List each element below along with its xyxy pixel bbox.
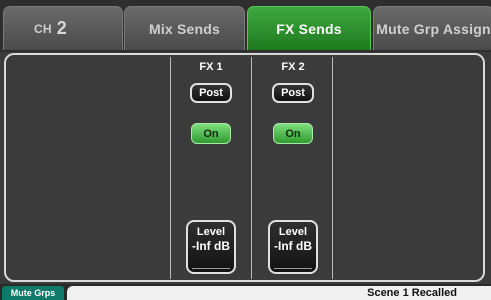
fx1-level-label: Level (196, 226, 226, 238)
status-bar: Mute Grps Scene 1 Recalled (0, 284, 491, 300)
fx2-level-button[interactable]: Level -Inf dB (268, 220, 318, 274)
fx2-post-button[interactable]: Post (272, 83, 314, 103)
channel-prefix: CH (34, 21, 52, 36)
fx1-level-value: -Inf dB (192, 239, 230, 253)
strip-divider (170, 57, 171, 279)
status-message: Scene 1 Recalled (67, 286, 491, 300)
fx2-label: FX 2 (281, 61, 305, 73)
strip-divider (332, 57, 333, 279)
tab-mix-sends[interactable]: Mix Sends (124, 6, 245, 50)
fx2-level-label: Level (278, 226, 308, 238)
channel-number: 2 (56, 18, 67, 38)
fx1-post-button[interactable]: Post (190, 83, 232, 103)
strip-divider (251, 57, 252, 279)
tab-bar: CH 2 Mix Sends FX Sends Mute Grp Assign (0, 0, 491, 52)
fx1-on-button[interactable]: On (191, 123, 231, 144)
fx2-on-button[interactable]: On (273, 123, 313, 144)
fx2-level-value: -Inf dB (274, 239, 312, 253)
fx2-level-bar (274, 268, 312, 269)
mute-grps-tab[interactable]: Mute Grps (2, 286, 64, 300)
tab-mute-grp-assign[interactable]: Mute Grp Assign (373, 6, 491, 50)
fx1-label: FX 1 (199, 61, 223, 73)
fx1-level-bar (192, 268, 230, 269)
fx-sends-panel: FX 1 Post On Level -Inf dB FX 2 Post On … (4, 53, 485, 282)
tab-channel[interactable]: CH 2 (3, 6, 123, 50)
tab-fx-sends[interactable]: FX Sends (247, 6, 371, 50)
fx1-level-button[interactable]: Level -Inf dB (186, 220, 236, 274)
